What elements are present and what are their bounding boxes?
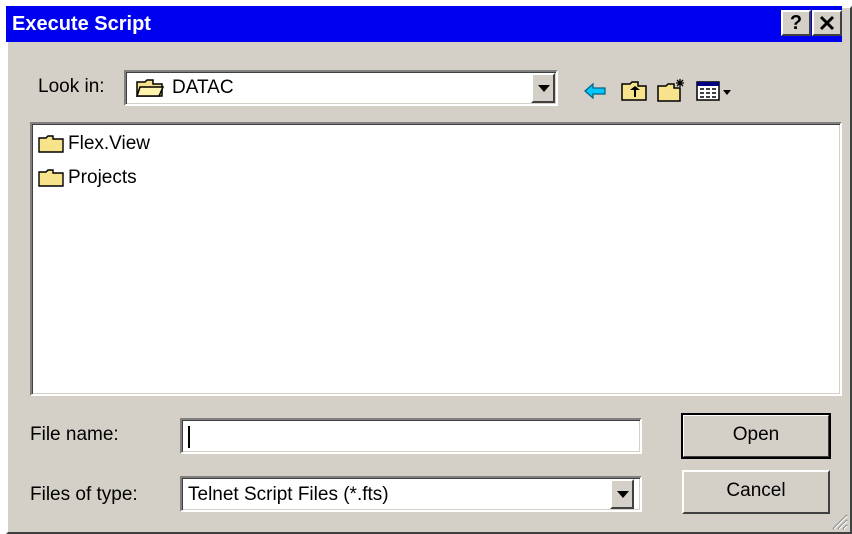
folder-open-icon	[136, 79, 164, 97]
look-in-label: Look in:	[38, 76, 105, 97]
file-name: Flex.View	[68, 133, 151, 154]
up-folder-button[interactable]	[620, 78, 648, 104]
resize-grip-icon[interactable]	[830, 512, 848, 530]
file-list[interactable]: Flex.View Projects	[30, 122, 842, 396]
close-icon	[819, 15, 835, 31]
file-name-input[interactable]	[186, 423, 626, 449]
list-item[interactable]: Projects	[38, 166, 137, 190]
view-menu-button[interactable]	[695, 78, 735, 104]
back-icon	[584, 82, 606, 100]
folder-icon	[38, 135, 64, 153]
file-name-field[interactable]	[180, 418, 642, 454]
folder-icon	[38, 169, 64, 187]
file-type-label: Files of type:	[30, 484, 138, 505]
look-in-dropdown-button[interactable]	[531, 73, 555, 103]
look-in-combo[interactable]: DATAC	[124, 70, 558, 106]
look-in-value: DATAC	[172, 77, 234, 98]
view-menu-icon	[696, 81, 731, 101]
cancel-button-label: Cancel	[726, 480, 786, 501]
file-name: Projects	[68, 167, 137, 188]
close-button[interactable]	[812, 10, 842, 36]
file-type-dropdown-button[interactable]	[610, 479, 634, 509]
open-button[interactable]: Open	[681, 413, 831, 459]
up-folder-icon	[621, 81, 647, 101]
help-button[interactable]: ?	[781, 10, 811, 36]
file-type-combo[interactable]: Telnet Script Files (*.fts)	[180, 476, 642, 512]
back-button[interactable]	[582, 78, 608, 104]
window-title: Execute Script	[12, 13, 151, 35]
title-bar: Execute Script ?	[6, 6, 842, 42]
cancel-button[interactable]: Cancel	[682, 470, 830, 514]
file-name-label: File name:	[30, 424, 119, 445]
list-item[interactable]: Flex.View	[38, 132, 150, 156]
text-cursor	[188, 426, 190, 448]
open-button-label: Open	[732, 424, 780, 445]
file-type-value: Telnet Script Files (*.fts)	[188, 484, 389, 505]
new-folder-icon	[657, 79, 684, 102]
new-folder-button[interactable]	[656, 78, 688, 104]
